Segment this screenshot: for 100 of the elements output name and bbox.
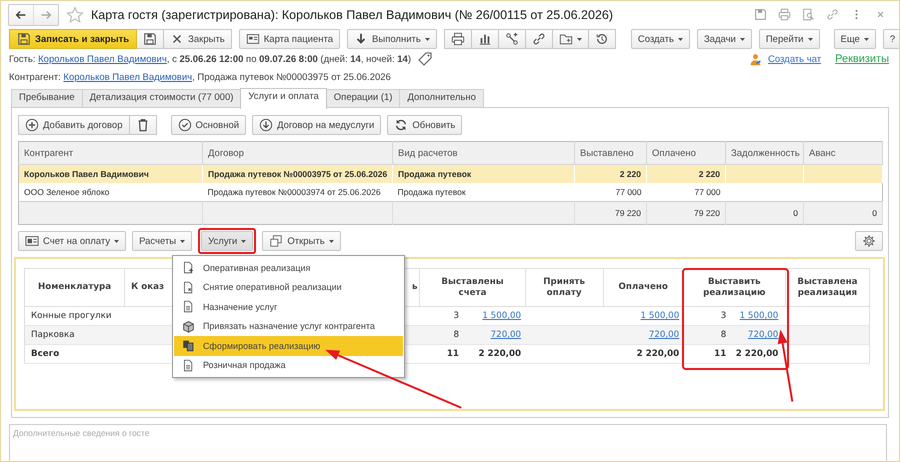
- help-button[interactable]: ?: [882, 29, 899, 49]
- column-header: Задолженность: [726, 142, 804, 164]
- table-row[interactable]: Корольков Павел Вадимович Продажа путевок №00003975 от 25.06.2026 Продажа путевок 2 220 2 220: [18, 164, 882, 183]
- table-cell: Корольков Павел Вадимович: [24, 169, 149, 179]
- table-cell: 11: [714, 349, 726, 359]
- table-cell: 8: [453, 330, 459, 340]
- settlements-button[interactable]: Расчеты: [132, 231, 192, 251]
- table-cell: Продажа путевок №00003975 от 25.06.2026: [208, 169, 388, 179]
- add-contract-button[interactable]: Добавить договор: [18, 115, 130, 135]
- amount-link[interactable]: 1 500,00: [640, 311, 680, 321]
- invoice-button[interactable]: Счет на оплату: [18, 231, 126, 251]
- menu-item[interactable]: Оперативная реализация: [174, 258, 403, 278]
- table-cell: Продажа путевок: [398, 169, 472, 179]
- chart-icon: [478, 32, 492, 46]
- plus-icon: [25, 118, 39, 132]
- go-to-button[interactable]: Перейти: [758, 29, 820, 49]
- tab[interactable]: Услуги и оплата: [240, 88, 327, 109]
- table-cell: 77 000: [616, 187, 642, 197]
- column-header: Принять оплату: [543, 276, 585, 298]
- printer-icon: [450, 32, 465, 46]
- floppy-button[interactable]: [752, 6, 769, 23]
- table-cell: Продажа путевок №00003974 от 25.06.2026: [208, 187, 381, 197]
- settings-icon: [862, 234, 876, 248]
- menu-item[interactable]: Назначение услуг: [174, 297, 403, 316]
- column-header: Оплачено: [618, 282, 668, 292]
- create-chat-link[interactable]: Создать чат: [768, 54, 822, 64]
- link-button[interactable]: [526, 29, 553, 49]
- download-icon: [259, 118, 274, 132]
- more-button[interactable]: Еще: [834, 29, 876, 49]
- execute-button[interactable]: Выполнить: [347, 29, 437, 49]
- menu-item[interactable]: Снятие оперативной реализации: [174, 278, 403, 297]
- structure-icon: [504, 32, 519, 46]
- column-header: Аванс: [804, 142, 882, 164]
- column-header: Контрагент: [18, 142, 202, 164]
- delete-button[interactable]: [130, 115, 156, 135]
- printer-button[interactable]: [776, 6, 793, 23]
- table-cell: Продажа путевок: [398, 187, 466, 197]
- medical-contract-button[interactable]: Договор на медуслуги: [252, 115, 382, 135]
- tag-icon: [417, 51, 433, 67]
- document-icon: [182, 300, 195, 314]
- link-icon: [826, 8, 839, 21]
- check-icon: [178, 118, 192, 132]
- card-icon: [246, 32, 260, 46]
- documents-icon: [182, 339, 195, 352]
- floppy-icon: [754, 8, 767, 21]
- tab[interactable]: Пребывание: [11, 89, 83, 107]
- person-icon: [748, 52, 762, 66]
- document-plus-icon: [182, 261, 195, 274]
- structure-button[interactable]: [498, 29, 526, 49]
- notes-field[interactable]: Дополнительные сведения о госте: [9, 424, 887, 461]
- counterparty-link[interactable]: Корольков Павел Вадимович: [63, 72, 192, 82]
- refresh-button[interactable]: Обновить: [387, 115, 462, 135]
- table-cell: 3: [720, 311, 726, 321]
- folder-button[interactable]: [552, 29, 589, 49]
- caret-icon: [678, 38, 683, 40]
- table-row[interactable]: ООО Зеленое яблоко Продажа путевок №00003974 от 25.06.2026 Продажа путевок 77 000 77 000: [18, 183, 882, 202]
- total-cell: 0: [872, 208, 877, 218]
- column-header: Номенклатура: [38, 282, 112, 292]
- caret-icon: [576, 38, 582, 40]
- amount-link[interactable]: 1 500,00: [482, 311, 522, 321]
- caret-icon: [328, 240, 334, 242]
- menu-item[interactable]: Сформировать реализацию: [174, 336, 403, 356]
- main-button[interactable]: Основной: [170, 115, 246, 135]
- guest-link[interactable]: Корольков Павел Вадимович: [38, 54, 167, 64]
- tab[interactable]: Дополнительно: [399, 89, 484, 107]
- folder-icon: [558, 32, 573, 46]
- create-button[interactable]: Создать: [630, 29, 690, 49]
- total-cell: 79 220: [694, 208, 720, 218]
- open-icon: [269, 234, 284, 248]
- column-header: Оплачено: [646, 142, 726, 164]
- caret-icon: [424, 38, 430, 40]
- column-header: К оказ: [131, 282, 164, 292]
- services-button[interactable]: Услуги: [201, 231, 254, 251]
- item-name: Конные прогулки: [31, 311, 112, 321]
- tab[interactable]: Операции (1): [326, 89, 400, 107]
- tab[interactable]: Детализация стоимости (77 000): [82, 89, 242, 107]
- open-button[interactable]: Открыть: [262, 231, 341, 251]
- column-header: Вид расчетов: [392, 142, 574, 164]
- report-button[interactable]: [472, 29, 499, 49]
- link-icon: [532, 32, 546, 46]
- caret-icon: [180, 240, 186, 242]
- tasks-button[interactable]: Задачи: [696, 29, 752, 49]
- caret-icon: [808, 38, 812, 40]
- print-button[interactable]: [444, 29, 472, 49]
- save-button[interactable]: [137, 29, 164, 49]
- table-cell: 11: [446, 349, 459, 359]
- patient-card-button[interactable]: Карта пациента: [238, 29, 340, 49]
- column-header: Выставлено: [574, 142, 646, 164]
- close-button[interactable]: Закрыть: [164, 29, 232, 49]
- column-header: Выставлены счета: [441, 276, 504, 298]
- menu-item[interactable]: Привязать назначение услуг контрагента: [174, 316, 403, 336]
- save-close-button[interactable]: Записать и закрыть: [9, 29, 138, 49]
- settings-button[interactable]: [855, 231, 883, 251]
- amount-link[interactable]: 1 500,00: [740, 311, 778, 321]
- column-header: Договор: [202, 142, 392, 164]
- table-cell: 3: [453, 311, 459, 321]
- menu-item[interactable]: Розничная продажа: [174, 356, 403, 375]
- history-button[interactable]: [588, 29, 616, 49]
- star-icon: [66, 6, 84, 24]
- floppy-icon: [143, 32, 158, 46]
